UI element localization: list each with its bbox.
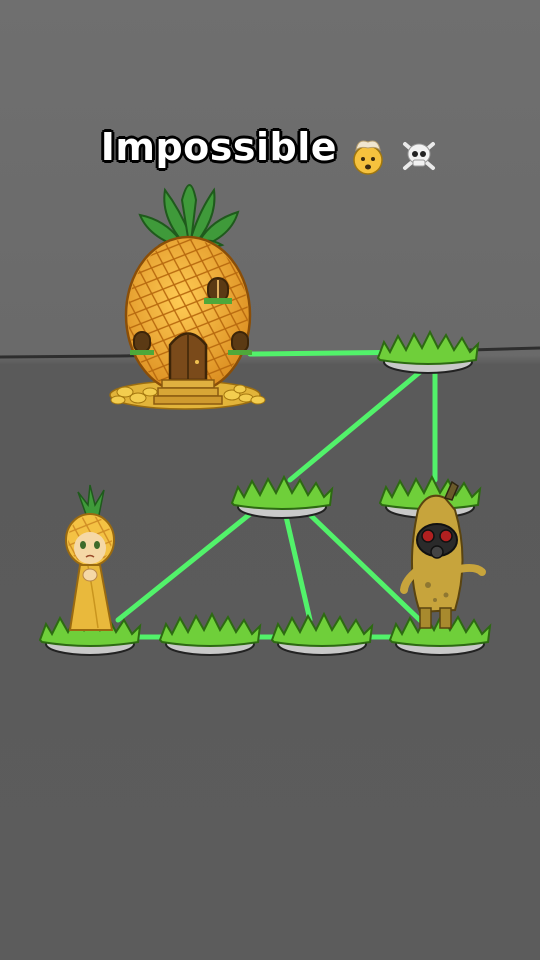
exploding-head-icon — [353, 140, 383, 175]
title-area: Impossible — [0, 125, 540, 176]
skull-crossbones-icon — [403, 141, 436, 170]
house-door[interactable] — [168, 332, 208, 382]
level-title: Impossible — [100, 125, 338, 169]
